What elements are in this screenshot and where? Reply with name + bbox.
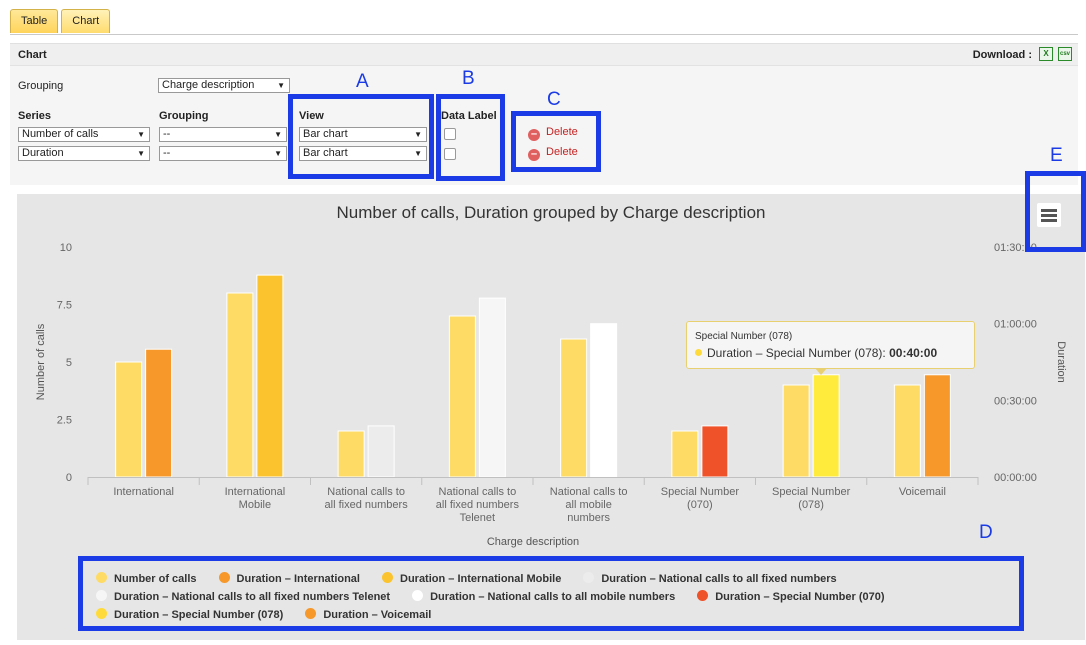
x-tick-label: (078) — [798, 499, 824, 511]
chart-tooltip: Special Number (078) Duration – Special … — [686, 321, 975, 375]
y-tick-label: 7.5 — [57, 300, 72, 312]
annotation-box-e — [1025, 171, 1086, 252]
bar-number-of-calls — [448, 315, 476, 478]
bar-number-of-calls — [560, 338, 588, 478]
y-tick-label: 10 — [60, 242, 72, 254]
annotation-letter-a: A — [356, 71, 369, 92]
annotation-box-c — [511, 111, 601, 172]
tooltip-label: Duration – Special Number (078): — [707, 346, 890, 360]
tooltip-body: Duration – Special Number (078): 00:40:0… — [695, 346, 937, 360]
x-tick-label: National calls to — [550, 486, 628, 498]
x-tick-label: Voicemail — [899, 486, 946, 498]
x-tick-label: numbers — [567, 512, 610, 524]
bar-duration — [923, 374, 951, 478]
annotation-letter-c: C — [547, 89, 561, 110]
y-axis-title: Number of calls — [35, 323, 47, 400]
x-tick-label: National calls to — [327, 486, 405, 498]
x-tick-label: Mobile — [239, 499, 271, 511]
annotation-box-b — [436, 94, 505, 181]
bar-duration — [478, 297, 506, 478]
tooltip-dot — [695, 349, 702, 356]
bar-duration — [367, 425, 395, 478]
y2-axis-title: Duration — [1055, 341, 1067, 383]
x-tick-label: Telenet — [460, 512, 495, 524]
x-tick-label: International — [225, 486, 286, 498]
tooltip-title: Special Number (078) — [695, 331, 793, 342]
tooltip-value: 00:40:00 — [889, 346, 938, 360]
x-tick-label: Special Number — [772, 486, 851, 498]
annotation-box-a — [288, 94, 434, 179]
y-tick-label: 5 — [66, 357, 72, 369]
x-tick-label: all mobile — [565, 499, 611, 511]
bar-duration — [590, 323, 618, 478]
y2-tick-label: 00:00:00 — [994, 472, 1037, 484]
annotation-letter-e: E — [1050, 145, 1063, 166]
bar-number-of-calls — [337, 430, 365, 478]
x-tick-label: International — [113, 486, 174, 498]
bar-number-of-calls — [782, 384, 810, 478]
x-tick-label: National calls to — [439, 486, 517, 498]
bar-number-of-calls — [226, 292, 254, 478]
bar-number-of-calls — [671, 430, 699, 478]
bar-duration — [701, 425, 729, 478]
y2-tick-label: 01:00:00 — [994, 319, 1037, 331]
bar-duration — [256, 274, 284, 478]
annotation-letter-b: B — [462, 68, 475, 89]
bar-duration — [145, 348, 173, 478]
x-axis-title: Charge description — [487, 536, 579, 548]
x-tick-label: all fixed numbers — [436, 499, 520, 511]
bar-duration — [812, 374, 840, 478]
bar-number-of-calls — [893, 384, 921, 478]
tooltip-arrow — [815, 368, 827, 375]
annotation-box-d — [78, 556, 1024, 631]
x-tick-label: Special Number — [661, 486, 740, 498]
annotation-letter-d: D — [979, 522, 993, 543]
y2-tick-label: 00:30:00 — [994, 395, 1037, 407]
x-tick-label: (070) — [687, 499, 713, 511]
bar-number-of-calls — [115, 361, 143, 478]
x-tick-label: all fixed numbers — [325, 499, 409, 511]
y-tick-label: 2.5 — [57, 415, 72, 427]
y-tick-label: 0 — [66, 472, 72, 484]
